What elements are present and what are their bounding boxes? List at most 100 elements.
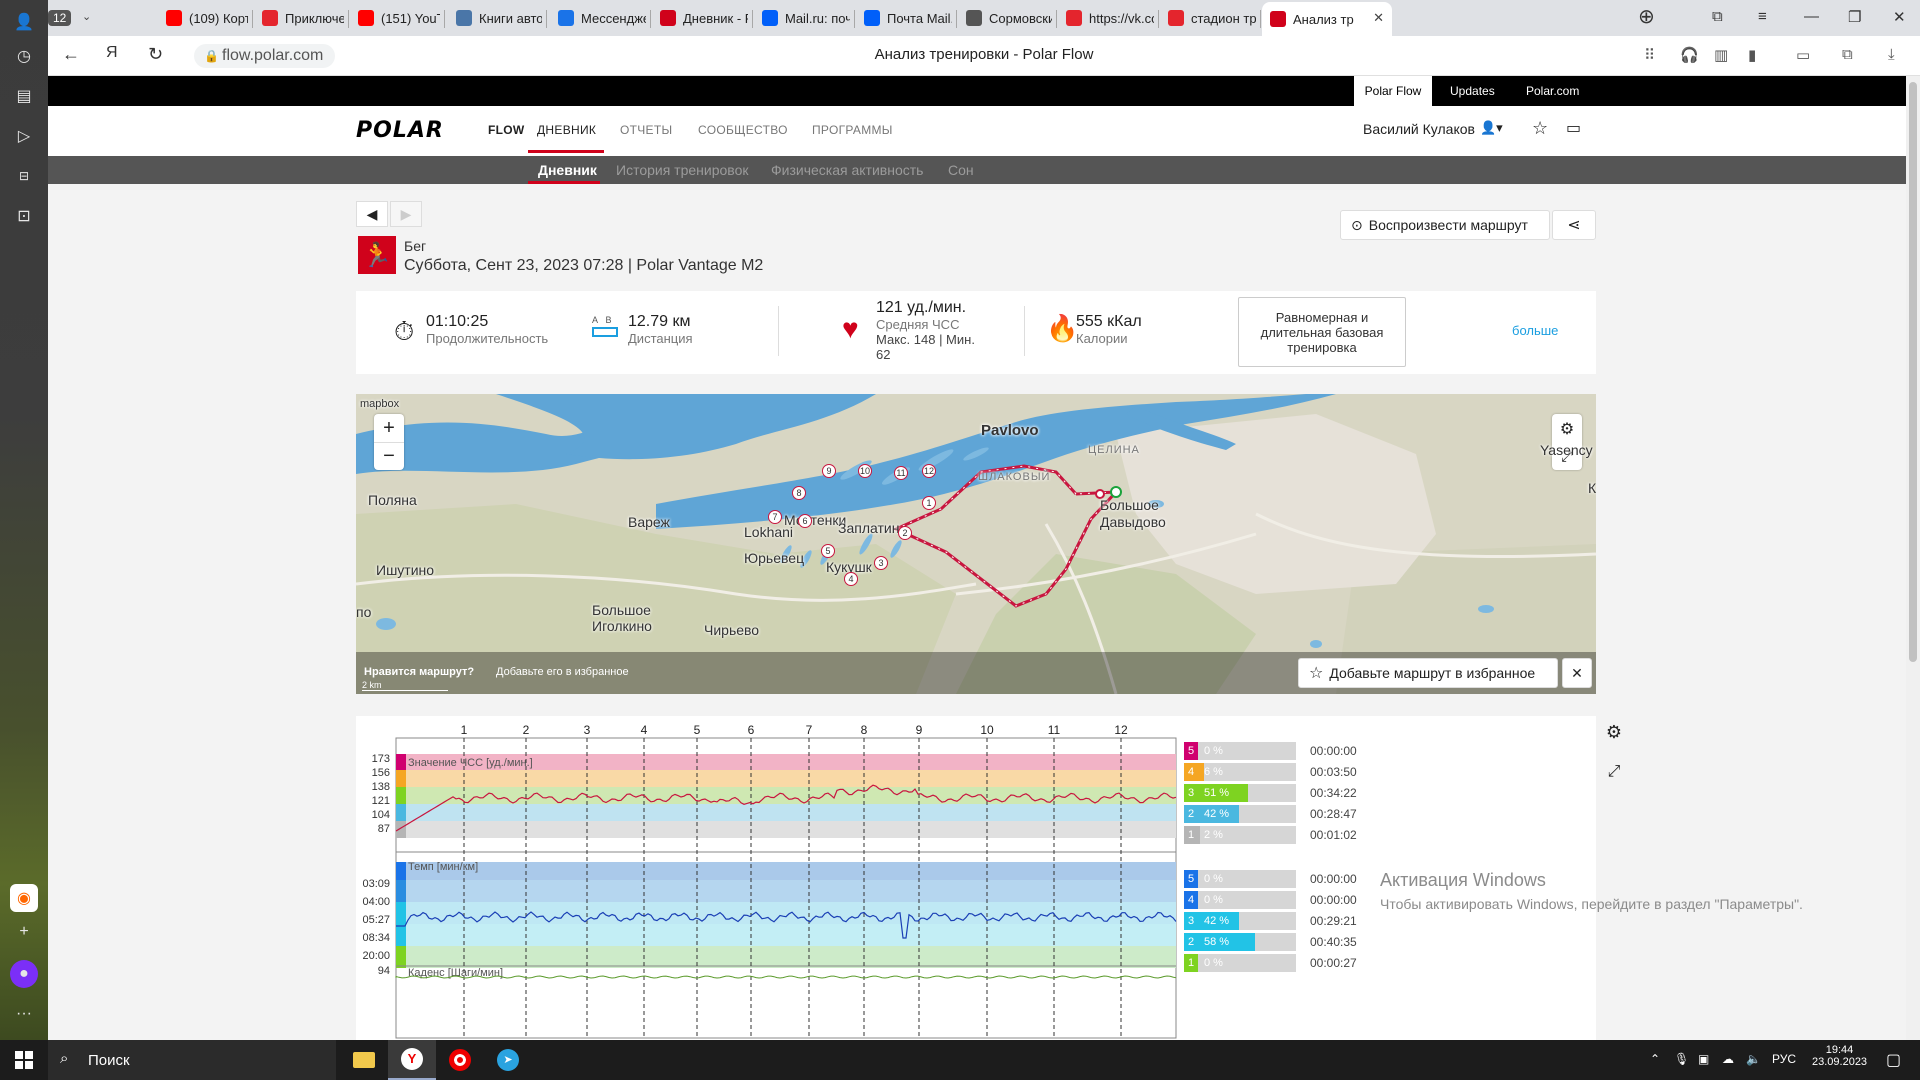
alice-music-icon[interactable]: ◉ — [10, 884, 38, 912]
route-km-marker[interactable]: 10 — [858, 464, 872, 478]
reader-icon[interactable]: ▥ — [1714, 46, 1728, 64]
microphone-icon[interactable]: 🎙 — [1674, 1052, 1689, 1066]
tab-count[interactable]: 12 — [48, 4, 78, 32]
nav-diary[interactable]: ДНЕВНИК — [537, 123, 596, 137]
opera-icon[interactable] — [436, 1040, 484, 1080]
route-km-marker[interactable]: 1 — [922, 496, 936, 510]
collections-icon[interactable]: ▤ — [10, 82, 38, 110]
share-button[interactable]: ⋖ — [1552, 210, 1596, 240]
more-link[interactable]: больше — [1512, 323, 1558, 338]
yandex-icon[interactable]: Я — [106, 44, 118, 62]
browser-tab[interactable]: Анализ тр ✕ — [1262, 2, 1392, 36]
browser-tab[interactable]: Дневник - Рс — [652, 4, 748, 32]
zoom-in-button[interactable]: + — [383, 414, 395, 442]
history-icon[interactable]: ◷ — [10, 42, 38, 70]
taskbar-search[interactable]: ⌕ Поиск — [48, 1040, 336, 1080]
bookmark-icon[interactable]: ▮ — [1748, 46, 1756, 64]
zoom-out-button[interactable]: − — [374, 442, 404, 470]
browser-tab[interactable]: Мессенджер — [550, 4, 646, 32]
user-icon[interactable]: 👤▾ — [1480, 120, 1503, 136]
user-name[interactable]: Василий Кулаков — [1363, 121, 1475, 137]
route-km-marker[interactable]: 2 — [898, 526, 912, 540]
browser-tab[interactable]: (109) Кортик — [158, 4, 248, 32]
route-map[interactable]: mapbox + − ⚙ ⤢ Pavlovo ЦЕЛИНА ШЛАКОВЫЙ Б… — [356, 394, 1596, 694]
route-km-marker[interactable]: 5 — [821, 544, 835, 558]
nav-programs[interactable]: ПРОГРАММЫ — [812, 123, 893, 137]
tray-expand-icon[interactable]: ⌃ — [1650, 1052, 1660, 1066]
play-icon[interactable]: ▷ — [10, 122, 38, 150]
new-tab-button[interactable]: ⊕ — [1638, 4, 1655, 29]
restore-button[interactable]: ❐ — [1848, 8, 1861, 26]
calendar-icon[interactable]: ⊟ — [10, 162, 38, 190]
volume-icon[interactable]: 🔈 — [1746, 1052, 1761, 1066]
page-scrollbar[interactable] — [1906, 76, 1920, 1040]
add-favorite-route-button[interactable]: ☆ Добавьте маршрут в избранное — [1298, 658, 1558, 688]
route-km-marker[interactable]: 6 — [798, 514, 812, 528]
route-km-marker[interactable]: 3 — [874, 556, 888, 570]
close-window-button[interactable]: ✕ — [1893, 8, 1906, 26]
subnav-activity[interactable]: Физическая активность — [771, 162, 923, 178]
route-km-marker[interactable]: 11 — [894, 466, 908, 480]
back-icon[interactable]: ← — [62, 44, 80, 65]
windows-start-icon[interactable] — [0, 1040, 48, 1080]
file-explorer-icon[interactable] — [340, 1040, 388, 1080]
network-icon[interactable]: ▣ — [1698, 1052, 1709, 1066]
messages-icon[interactable]: ▭ — [1566, 118, 1581, 138]
prev-session-button[interactable]: ◀ — [356, 201, 388, 227]
replay-route-button[interactable]: ⊙ Воспроизвести маршрут — [1340, 210, 1550, 240]
map-settings-icon[interactable]: ⚙ — [1560, 419, 1574, 439]
nav-community[interactable]: СООБЩЕСТВО — [698, 123, 788, 137]
favorites-star-icon[interactable]: ☆ — [1532, 118, 1548, 139]
more-icon[interactable]: ··· — [10, 1000, 38, 1028]
chart-settings-icon[interactable]: ⚙ — [1598, 716, 1630, 748]
chart-fullscreen-icon[interactable]: ⤢ — [1598, 756, 1630, 788]
hr-min-value: 62 — [876, 347, 891, 362]
language-indicator[interactable]: РУС — [1772, 1052, 1796, 1066]
collections-icon[interactable]: ⧉ — [1842, 46, 1853, 63]
tab-groups-icon[interactable]: ⧉ — [1712, 8, 1723, 25]
cloud-icon[interactable]: ☁ — [1722, 1052, 1734, 1066]
reload-icon[interactable]: ↻ — [148, 44, 163, 65]
zone-time: 00:40:35 — [1310, 935, 1357, 949]
headphones-icon[interactable]: 🎧 — [1680, 46, 1699, 64]
telegram-icon[interactable]: ➤ — [484, 1040, 532, 1080]
url-field[interactable]: 🔒 flow.polar.com — [194, 44, 336, 68]
route-km-marker[interactable]: 4 — [844, 572, 858, 586]
browser-tab[interactable]: стадион труд — [1160, 4, 1256, 32]
browser-tab[interactable]: (151) YouTub — [350, 4, 440, 32]
close-banner-button[interactable]: ✕ — [1562, 658, 1592, 688]
subnav-sleep[interactable]: Сон — [948, 162, 974, 178]
download-icon[interactable]: ⤓ — [1888, 46, 1895, 63]
nav-reports[interactable]: ОТЧЕТЫ — [620, 123, 672, 137]
browser-tab[interactable]: Приключени — [254, 4, 344, 32]
next-session-button[interactable]: ▶ — [390, 201, 422, 227]
browser-tab[interactable]: Mail.ru: почта — [754, 4, 850, 32]
subnav-diary[interactable]: Дневник — [538, 162, 597, 178]
topnav-updates[interactable]: Updates — [1440, 76, 1505, 106]
browser-tab[interactable]: Почта Mail.ru — [856, 4, 952, 32]
notifications-icon[interactable]: ▢ — [1886, 1050, 1901, 1070]
yandex-browser-icon[interactable]: Y — [388, 1040, 436, 1080]
topnav-polar-com[interactable]: Polar.com — [1516, 76, 1589, 106]
add-panel-icon[interactable]: + — [10, 918, 38, 946]
route-km-marker[interactable]: 9 — [822, 464, 836, 478]
browser-tab[interactable]: https://vk.con — [1058, 4, 1154, 32]
polar-logo[interactable]: POLAR — [356, 118, 444, 143]
clock-date: 23.09.2023 — [1812, 1056, 1868, 1068]
alice-icon[interactable]: ● — [10, 960, 38, 988]
subnav-training-history[interactable]: История тренировок — [616, 162, 748, 178]
translate-icon[interactable]: ⠿ — [1644, 46, 1655, 64]
browser-tab[interactable]: Сормовский — [958, 4, 1052, 32]
route-km-marker[interactable]: 12 — [922, 464, 936, 478]
tabs-dropdown-icon[interactable]: ⌄ — [82, 10, 91, 23]
route-km-marker[interactable]: 7 — [768, 510, 782, 524]
close-tab-icon[interactable]: ✕ — [1373, 10, 1384, 26]
clock[interactable]: 19:44 23.09.2023 — [1812, 1044, 1867, 1068]
browser-tab[interactable]: Книги автора — [448, 4, 542, 32]
minimize-button[interactable]: — — [1804, 8, 1819, 25]
topnav-polar-flow[interactable]: Polar Flow — [1354, 76, 1432, 106]
menu-icon[interactable]: ≡ — [1758, 8, 1767, 25]
route-km-marker[interactable]: 8 — [792, 486, 806, 500]
profile-icon[interactable]: 👤 — [10, 8, 38, 36]
screenshot-icon[interactable]: ⊡ — [10, 202, 38, 230]
